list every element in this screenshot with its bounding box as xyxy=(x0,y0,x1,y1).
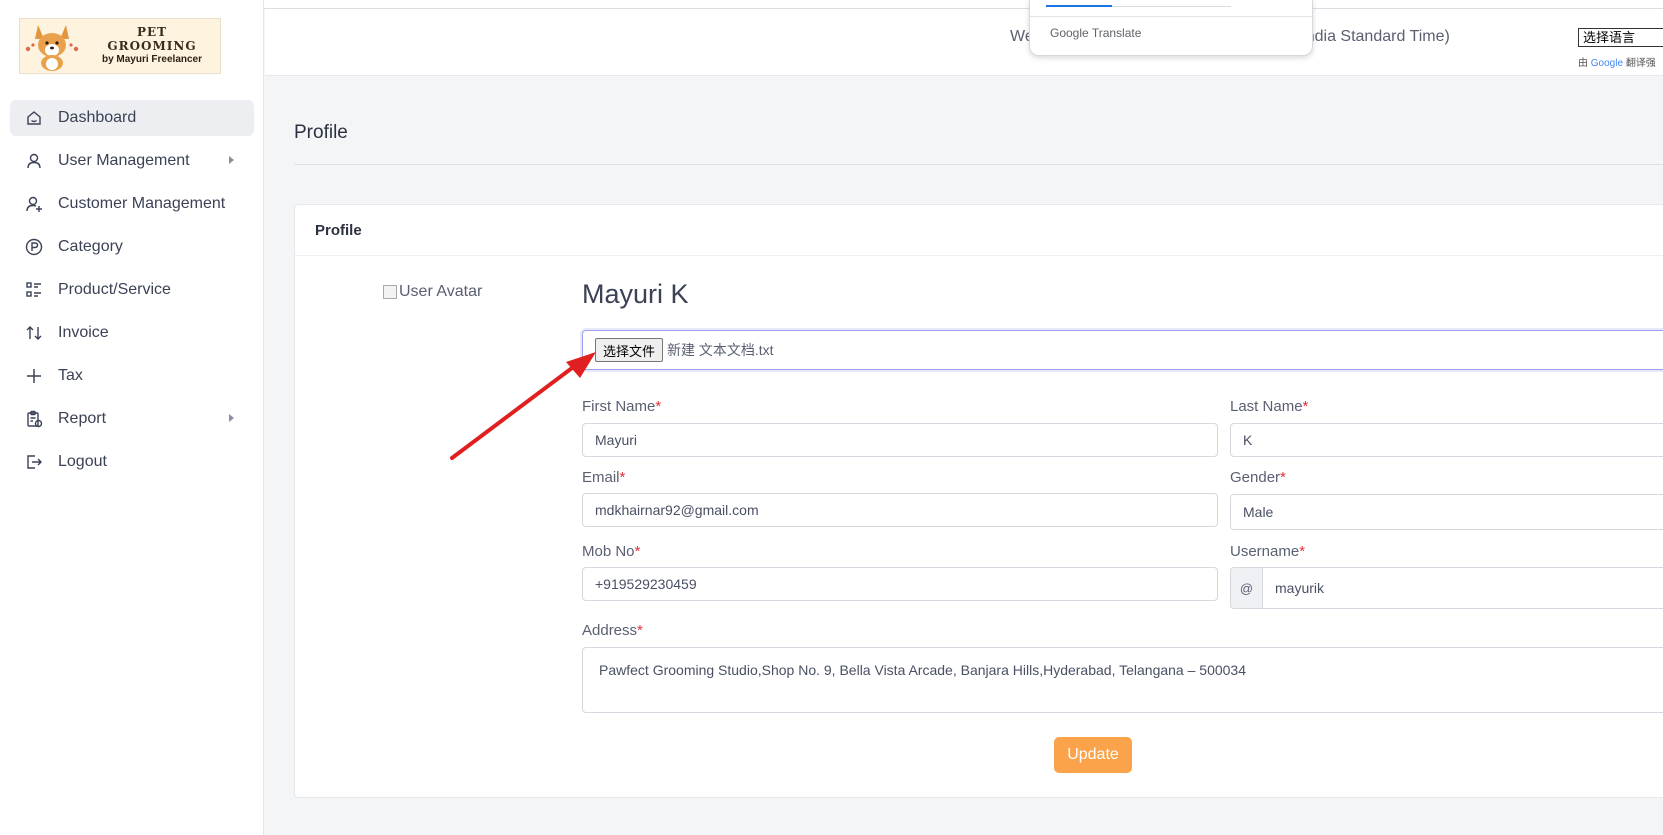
sidebar-item-product-service[interactable]: Product/Service xyxy=(10,272,254,308)
translate-word: Translate xyxy=(1091,26,1142,40)
mob-no-label: Mob No* xyxy=(582,543,640,560)
sidebar-item-logout[interactable]: Logout xyxy=(10,444,254,480)
required-mark: * xyxy=(619,469,626,486)
report-icon xyxy=(24,409,44,429)
dog-logo-icon xyxy=(20,19,84,73)
update-button[interactable]: Update xyxy=(1054,737,1132,773)
sidebar-item-label: Report xyxy=(58,410,107,427)
email-input[interactable]: mdkhairnar92@gmail.com xyxy=(582,493,1218,527)
mob-no-input[interactable]: +919529230459 xyxy=(582,567,1218,601)
required-mark: * xyxy=(655,398,662,415)
label-text: Mob No xyxy=(582,543,635,560)
logout-icon xyxy=(24,452,44,472)
sidebar-item-invoice[interactable]: Invoice xyxy=(10,315,254,351)
avatar-file-input[interactable]: 选择文件 新建 文本文档.txt xyxy=(582,330,1663,370)
address-textarea[interactable]: Pawfect Grooming Studio,Shop No. 9, Bell… xyxy=(582,647,1663,713)
plus-icon xyxy=(24,366,44,386)
card-header: Profile xyxy=(295,205,1663,256)
powered-by-prefix: 由 xyxy=(1578,58,1588,69)
language-select[interactable]: 选择语言 xyxy=(1578,28,1663,47)
sidebar-item-label: Logout xyxy=(58,453,107,470)
logo-text: PET GROOMING by Mayuri Freelancer xyxy=(84,25,220,67)
selected-file-name: 新建 文本文档.txt xyxy=(667,342,774,358)
required-mark: * xyxy=(1299,543,1306,560)
required-mark: * xyxy=(634,543,641,560)
google-translate-popup[interactable]: Google Translate xyxy=(1029,0,1313,56)
user-name: Mayuri K xyxy=(582,279,689,309)
gender-label: Gender* xyxy=(1230,469,1286,486)
choose-file-button[interactable]: 选择文件 xyxy=(595,338,664,362)
first-name-label: First Name* xyxy=(582,398,661,415)
sidebar-item-label: Dashboard xyxy=(58,109,137,126)
google-wordmark: Google xyxy=(1050,26,1089,40)
sidebar-item-user-management[interactable]: User Management xyxy=(10,143,254,179)
username-input[interactable]: mayurik xyxy=(1262,567,1663,609)
google-translate-label: Google Translate xyxy=(1050,26,1141,40)
required-mark: * xyxy=(637,622,643,639)
label-text: Address xyxy=(582,622,638,639)
sidebar-item-report[interactable]: Report xyxy=(10,401,254,437)
sidebar-item-category[interactable]: Category xyxy=(10,229,254,265)
email-label: Email* xyxy=(582,469,625,486)
sidebar-item-customer-management[interactable]: Customer Management xyxy=(10,186,254,222)
sidebar-item-label: Product/Service xyxy=(58,281,171,298)
broken-image-icon xyxy=(383,285,397,299)
logo-line-2: GROOMING xyxy=(107,39,197,53)
welcome-text-right: ndia Standard Time) xyxy=(1305,28,1450,45)
profile-card: Profile User Avatar Mayuri K 选择文件 新建 文本文… xyxy=(294,204,1663,798)
sidebar-item-label: Tax xyxy=(58,367,83,384)
top-header xyxy=(265,9,1663,76)
powered-by-suffix: 翻译强 xyxy=(1625,58,1656,69)
gender-select[interactable]: Male xyxy=(1230,494,1663,530)
user-icon xyxy=(24,151,44,171)
label-text: Gender xyxy=(1230,469,1281,486)
user-plus-icon xyxy=(24,194,44,214)
arrows-sort-icon xyxy=(24,323,44,343)
username-label: Username* xyxy=(1230,543,1305,560)
logo-line-1: PET xyxy=(136,25,168,39)
username-prefix: @ xyxy=(1230,567,1263,609)
required-mark: * xyxy=(1302,398,1309,415)
sidebar-item-tax[interactable]: Tax xyxy=(10,358,254,394)
page-title: Profile xyxy=(294,122,348,143)
label-text: Email xyxy=(582,469,620,486)
divider xyxy=(1030,16,1312,17)
sidebar: PET GROOMING by Mayuri Freelancer Dashbo… xyxy=(0,0,264,835)
sidebar-item-label: Category xyxy=(58,238,123,255)
home-icon xyxy=(24,108,44,128)
sidebar-item-label: Customer Management xyxy=(58,195,226,212)
powered-by-google[interactable]: 由 Google 翻译强 xyxy=(1578,54,1656,69)
parking-circle-icon xyxy=(24,237,44,257)
avatar-alt-text: User Avatar xyxy=(399,283,483,300)
caret-right-icon xyxy=(229,156,234,164)
logo[interactable]: PET GROOMING by Mayuri Freelancer xyxy=(19,18,221,74)
divider xyxy=(294,164,1663,165)
label-text: Username xyxy=(1230,543,1300,560)
sidebar-nav: Dashboard User Management Customer Manag… xyxy=(10,100,254,487)
label-text: First Name xyxy=(582,398,656,415)
sidebar-item-dashboard[interactable]: Dashboard xyxy=(10,100,254,136)
label-text: Last Name xyxy=(1230,398,1303,415)
logo-line-3: by Mayuri Freelancer xyxy=(101,54,203,65)
required-mark: * xyxy=(1280,469,1286,486)
address-label: Address* xyxy=(582,622,643,639)
translate-progress-bar xyxy=(1046,5,1112,7)
caret-right-icon xyxy=(229,414,234,422)
avatar: User Avatar xyxy=(383,283,482,301)
last-name-label: Last Name* xyxy=(1230,398,1308,415)
powered-by-google-text: Google xyxy=(1590,58,1624,69)
sidebar-item-label: User Management xyxy=(58,152,190,169)
sidebar-item-label: Invoice xyxy=(58,324,109,341)
last-name-input[interactable]: K xyxy=(1230,423,1663,457)
first-name-input[interactable]: Mayuri xyxy=(582,423,1218,457)
list-details-icon xyxy=(24,280,44,300)
